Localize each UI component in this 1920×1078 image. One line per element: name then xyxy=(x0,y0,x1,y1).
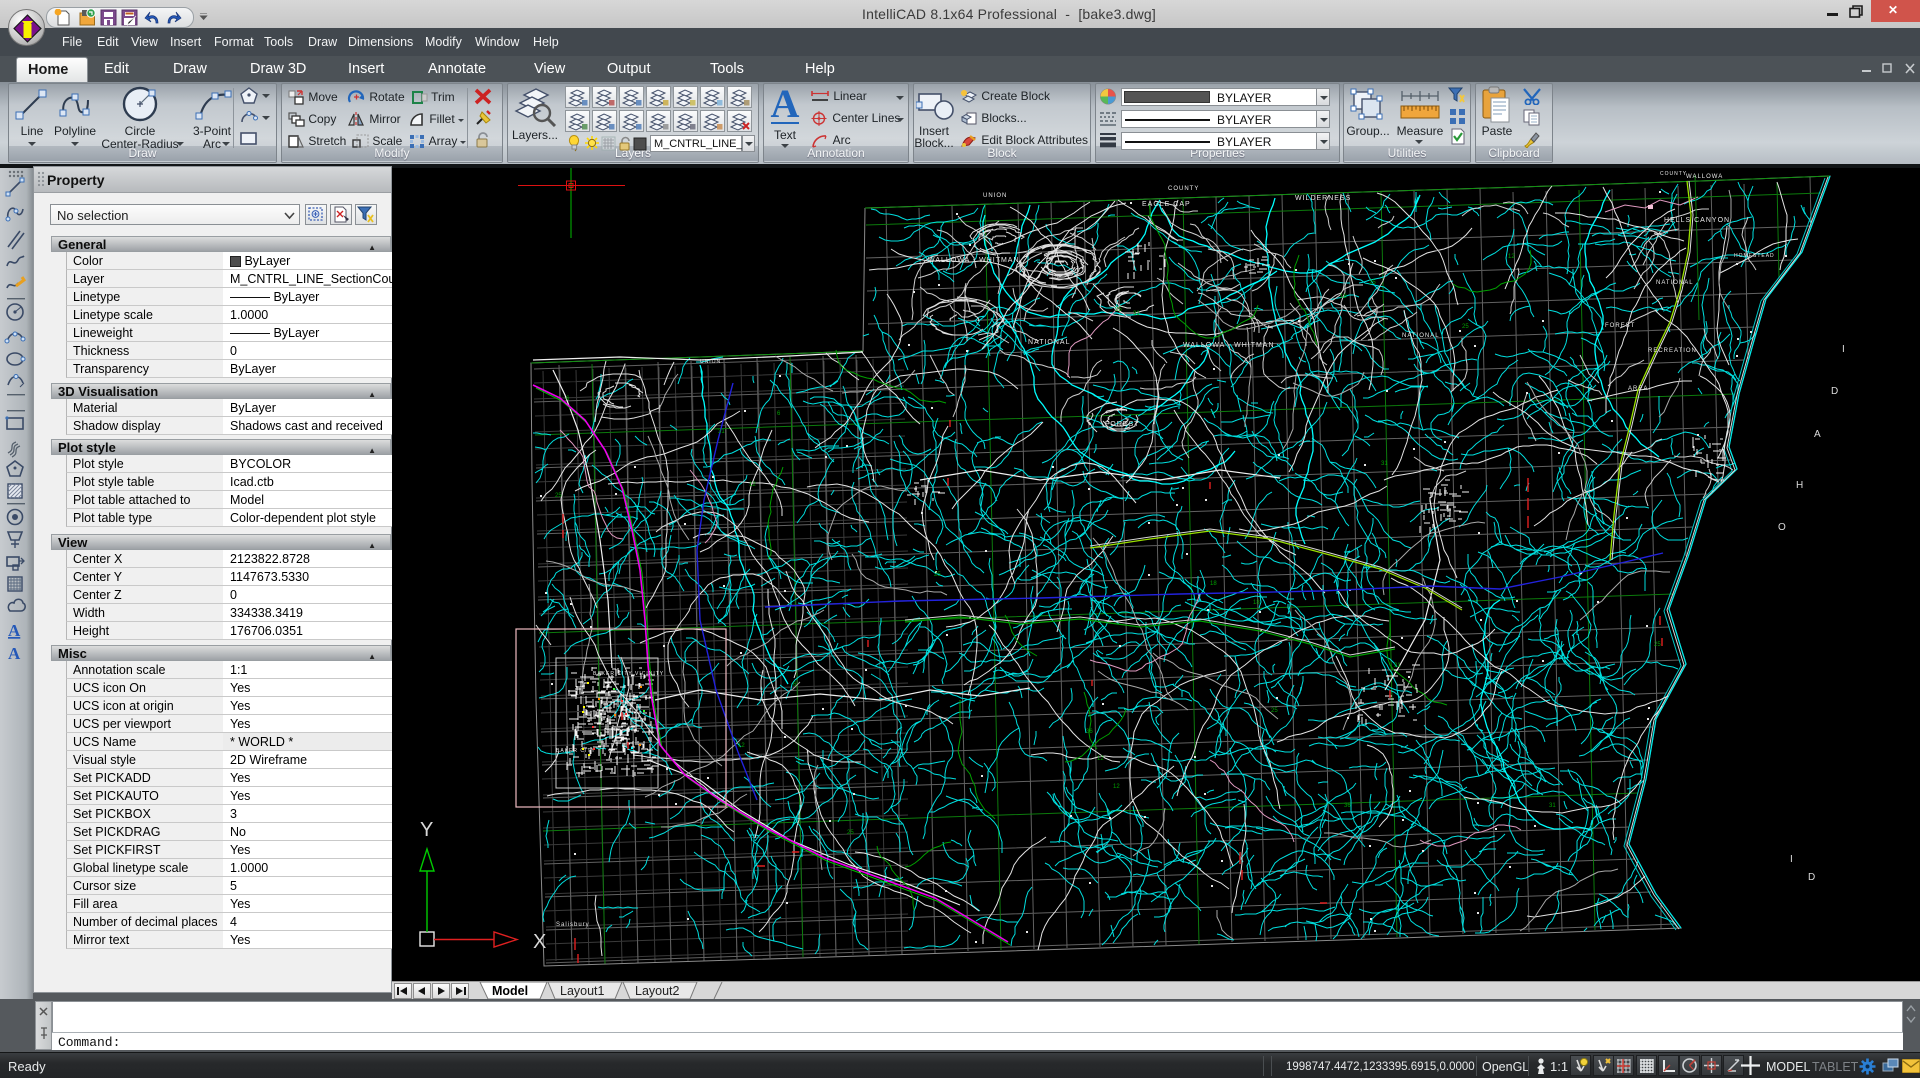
svg-text:A: A xyxy=(8,621,21,640)
svg-text:25: 25 xyxy=(555,493,562,499)
svg-text:HELLS CANYON: HELLS CANYON xyxy=(1664,217,1730,224)
svg-text:25: 25 xyxy=(1462,324,1469,330)
svg-text:31: 31 xyxy=(1549,803,1556,809)
svg-text:O: O xyxy=(1778,522,1786,533)
svg-text:Layout1: Layout1 xyxy=(560,984,605,998)
svg-text:UNION: UNION xyxy=(983,193,1007,199)
svg-text:WALLOWA: WALLOWA xyxy=(1686,174,1723,180)
svg-text:25: 25 xyxy=(847,830,854,836)
svg-text:COUNTY: COUNTY xyxy=(1168,186,1199,192)
svg-text:31: 31 xyxy=(718,429,725,435)
svg-text:36: 36 xyxy=(1086,729,1093,735)
svg-text:Salisbury: Salisbury xyxy=(556,922,590,928)
svg-text:Layout2: Layout2 xyxy=(635,984,680,998)
svg-text:12: 12 xyxy=(1113,784,1120,790)
svg-text:Model: Model xyxy=(492,984,528,998)
svg-text:WALLOWA - WHITMAN: WALLOWA - WHITMAN xyxy=(1183,342,1275,349)
svg-text:D: D xyxy=(1808,872,1815,883)
svg-text:12: 12 xyxy=(738,743,745,749)
svg-text:BAKER CITY VICINITY: BAKER CITY VICINITY xyxy=(593,671,664,677)
svg-text:COUNTY: COUNTY xyxy=(1660,171,1687,177)
svg-text:EAGLE CAP: EAGLE CAP xyxy=(1142,201,1191,208)
svg-text:NATIONAL: NATIONAL xyxy=(1402,333,1440,339)
svg-text:25: 25 xyxy=(1271,708,1278,714)
svg-text:25: 25 xyxy=(1654,642,1661,648)
svg-text:12: 12 xyxy=(1508,254,1515,260)
svg-text:31: 31 xyxy=(1394,663,1401,669)
svg-text:NATIONAL: NATIONAL xyxy=(1028,339,1071,346)
svg-text:12: 12 xyxy=(1097,756,1104,762)
svg-text:6: 6 xyxy=(777,411,781,417)
svg-text:FOREST: FOREST xyxy=(1605,323,1635,329)
svg-text:25: 25 xyxy=(1369,280,1376,286)
svg-text:NATIONAL: NATIONAL xyxy=(1656,280,1694,286)
svg-text:BAKER CITY: BAKER CITY xyxy=(556,748,596,754)
svg-text:AREA: AREA xyxy=(1628,386,1648,392)
svg-text:31: 31 xyxy=(1381,461,1388,467)
svg-text:WALLOWA - WHITMAN: WALLOWA - WHITMAN xyxy=(928,257,1020,264)
svg-text:Y: Y xyxy=(420,819,433,841)
svg-text:WILDERNESS: WILDERNESS xyxy=(1295,195,1351,202)
svg-text:I: I xyxy=(1842,344,1845,355)
svg-text:36: 36 xyxy=(1344,803,1351,809)
svg-text:18: 18 xyxy=(1210,581,1217,587)
svg-text:UNION: UNION xyxy=(700,359,721,365)
svg-text:25: 25 xyxy=(1115,307,1122,313)
svg-text:X: X xyxy=(533,931,546,953)
svg-text:H: H xyxy=(1796,480,1803,491)
svg-text:A: A xyxy=(8,644,21,663)
svg-text:A: A xyxy=(1814,429,1821,440)
svg-text:RECREATION: RECREATION xyxy=(1648,348,1697,354)
svg-text:HOMESTEAD: HOMESTEAD xyxy=(1734,253,1775,259)
svg-text:18: 18 xyxy=(1340,294,1347,300)
svg-text:25: 25 xyxy=(934,572,941,578)
svg-text:18: 18 xyxy=(1253,600,1260,606)
svg-text:12: 12 xyxy=(749,482,756,488)
svg-text:I: I xyxy=(1790,854,1793,865)
svg-text:D: D xyxy=(1831,386,1838,397)
svg-text:FOREST: FOREST xyxy=(1105,421,1139,428)
svg-text:31: 31 xyxy=(1133,311,1140,317)
